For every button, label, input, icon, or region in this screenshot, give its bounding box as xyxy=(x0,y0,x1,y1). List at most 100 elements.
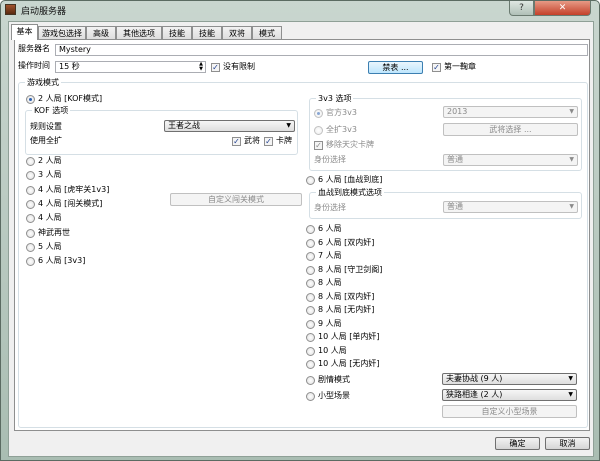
mode-label: 8 人局 [无内奸] xyxy=(318,305,375,314)
no-limit-checkbox[interactable]: ✓ xyxy=(211,63,220,72)
remove-card-checkbox[interactable]: ✓ xyxy=(314,141,323,150)
ok-button[interactable]: 确定 xyxy=(495,437,540,450)
radio-mode[interactable] xyxy=(26,157,35,166)
op-time-value: 15 秒 xyxy=(59,62,80,71)
radio-mode[interactable] xyxy=(306,238,315,248)
client-area: 基本 游戏包选择 高级 其他选项 技能 技能 双将 模式 服务器名 Mystery 操作时间 … xyxy=(8,21,594,457)
tab-6[interactable]: 双将 xyxy=(222,26,252,40)
mode-label: 10 人局 [单内奸] xyxy=(318,332,380,341)
3v3-version-select[interactable]: 2013 ▼ xyxy=(443,106,578,118)
3v3-role-label: 身份选择 xyxy=(314,155,346,164)
3v3-role-select[interactable]: 普通 ▼ xyxy=(443,154,578,166)
server-name-input[interactable]: Mystery xyxy=(55,44,588,56)
story-label: 剧情模式 xyxy=(318,375,350,384)
tab-2[interactable]: 高级 xyxy=(86,26,116,40)
official-3v3-label: 官方3v3 xyxy=(326,108,357,117)
blood-role-select[interactable]: 普通 ▼ xyxy=(443,201,578,213)
mini-value: 狭路相逢 (2 人) xyxy=(446,390,503,399)
radio-mode[interactable] xyxy=(26,242,35,252)
generals-label: 武将 xyxy=(244,136,260,145)
mode-label: 4 人局 xyxy=(38,213,62,223)
radio-mode[interactable] xyxy=(306,360,315,369)
mode-label: 2 人局 xyxy=(38,156,62,165)
mode-label: 10 人局 xyxy=(318,345,347,355)
radio-mode[interactable] xyxy=(26,199,35,209)
cards-checkbox[interactable]: ✓ xyxy=(264,137,273,146)
radio-mode[interactable] xyxy=(26,171,35,181)
radio-mode[interactable] xyxy=(306,225,315,234)
radio-mode[interactable] xyxy=(306,265,315,275)
radio-official-3v3[interactable] xyxy=(314,109,323,118)
radio-mode[interactable] xyxy=(306,292,315,302)
radio-mode[interactable] xyxy=(26,228,35,238)
radio-mode[interactable] xyxy=(306,346,315,356)
radio-mode[interactable] xyxy=(26,185,35,195)
mini-label: 小型场景 xyxy=(318,391,350,400)
rule-select[interactable]: 王者之战 ▼ xyxy=(164,120,295,132)
custom-mini-button[interactable]: 自定义小型场景 xyxy=(442,405,577,418)
radio-mode[interactable] xyxy=(26,257,35,267)
kof-options-title: KOF 选项 xyxy=(32,105,71,116)
general-select-button[interactable]: 武将选择 ... xyxy=(443,123,578,136)
radio-mode[interactable] xyxy=(306,252,315,261)
radio-kof[interactable] xyxy=(26,95,35,104)
mode-label: 6 人局 xyxy=(318,224,342,233)
3v3-options-title: 3v3 选项 xyxy=(316,93,354,104)
tab-7[interactable]: 模式 xyxy=(252,26,282,40)
generals-checkbox[interactable]: ✓ xyxy=(232,137,241,146)
radio-mini[interactable] xyxy=(306,392,315,401)
3v3-version-value: 2013 xyxy=(447,107,468,116)
story-select[interactable]: 夫妻协战 (9 人) ▼ xyxy=(442,373,577,385)
chevron-down-icon: ▼ xyxy=(569,108,574,115)
rule-value: 王者之战 xyxy=(168,121,200,130)
blood-label: 6 人局 [血战到底] xyxy=(318,175,383,184)
mode-label: 10 人局 [无内奸] xyxy=(318,359,380,368)
mode-label: 8 人局 [双内奸] xyxy=(318,291,375,301)
op-time-spinbox[interactable]: 15 秒 ▲ ▼ xyxy=(55,61,206,73)
radio-mode[interactable] xyxy=(306,333,315,342)
no-limit-label: 没有限制 xyxy=(223,62,255,71)
game-mode-title: 游戏模式 xyxy=(25,77,61,88)
tab-4[interactable]: 技能 xyxy=(162,26,192,40)
cancel-button[interactable]: 取消 xyxy=(545,437,590,450)
tab-1[interactable]: 游戏包选择 xyxy=(38,26,86,40)
mode-label: 7 人局 xyxy=(318,251,342,260)
mode-label: 8 人局 [守卫剑阁] xyxy=(318,264,383,274)
chevron-down-icon: ▼ xyxy=(569,156,574,163)
chevron-down-icon: ▼ xyxy=(569,203,574,210)
radio-blood[interactable] xyxy=(306,176,315,185)
radio-full-3v3[interactable] xyxy=(314,126,323,135)
radio-mode[interactable] xyxy=(26,214,35,224)
mode-label: 6 人局 [3v3] xyxy=(38,256,86,266)
tab-0[interactable]: 基本 xyxy=(11,24,38,40)
radio-mode[interactable] xyxy=(306,279,315,288)
close-button[interactable]: ✕ xyxy=(534,1,591,16)
story-value: 夫妻协战 (9 人) xyxy=(446,374,503,383)
mode-label: 8 人局 xyxy=(318,278,342,287)
mode-label: 4 人局 [虎牢关1v3] xyxy=(38,184,110,194)
chevron-down-icon: ▼ xyxy=(568,375,573,382)
kof-options-group: KOF 选项 规则设置 王者之战 ▼ 使用全扩 ✓ 武将 ✓ 卡牌 xyxy=(25,105,298,155)
radio-mode[interactable] xyxy=(306,306,315,315)
kof-label: 2 人局 [KOF模式] xyxy=(38,94,103,103)
radio-story[interactable] xyxy=(306,376,315,385)
full-3v3-label: 全扩3v3 xyxy=(326,125,357,134)
mini-select[interactable]: 狭路相逢 (2 人) ▼ xyxy=(442,389,577,401)
help-button[interactable]: ? xyxy=(509,1,534,16)
tab-3[interactable]: 其他选项 xyxy=(116,26,162,40)
3v3-options-group: 3v3 选项 官方3v3 2013 ▼ 全扩3v3 武将选择 ... ✓ 移除天灾… xyxy=(309,93,582,171)
radio-mode[interactable] xyxy=(306,319,315,329)
blood-options-group: 血战到底模式选项 身份选择 普通 ▼ xyxy=(309,187,582,219)
ban-list-button[interactable]: 禁表 ... xyxy=(368,61,423,74)
first-round-label: 第一鞠章 xyxy=(444,62,476,71)
custom-pass-button[interactable]: 自定义闯关模式 xyxy=(170,193,302,206)
spin-arrows-icon[interactable]: ▲ ▼ xyxy=(199,62,203,72)
blood-role-value: 普通 xyxy=(447,202,463,211)
rule-label: 规则设置 xyxy=(30,122,62,131)
first-round-checkbox[interactable]: ✓ xyxy=(432,63,441,72)
server-name-label: 服务器名 xyxy=(18,44,50,53)
tab-5[interactable]: 技能 xyxy=(192,26,222,40)
3v3-role-value: 普通 xyxy=(447,155,463,164)
op-time-label: 操作时间 xyxy=(18,61,50,70)
dialog-window: 启动服务器 ? ✕ 基本 游戏包选择 高级 其他选项 技能 技能 双将 模式 服务器名 Mys… xyxy=(0,0,600,461)
